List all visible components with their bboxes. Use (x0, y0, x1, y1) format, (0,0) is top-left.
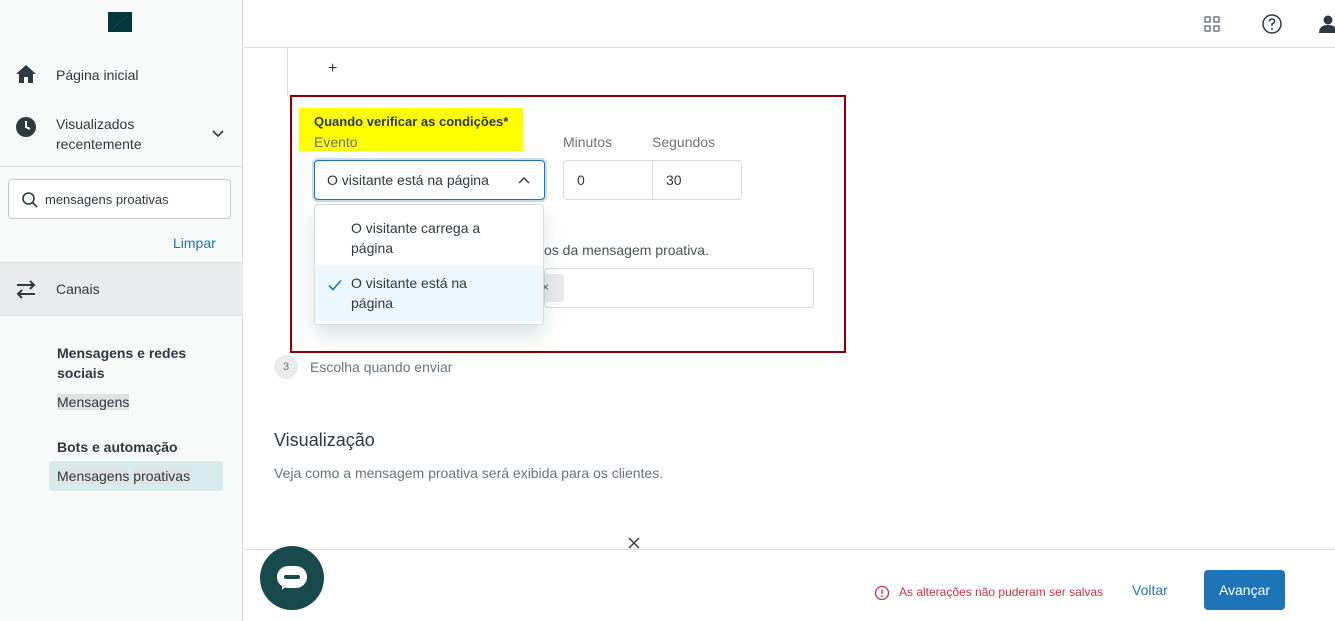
check-icon (328, 279, 342, 291)
nav-recent-label: Visualizados recentemente (56, 116, 142, 152)
dropdown-option-on-page[interactable]: O visitante está na página (315, 265, 543, 321)
sidebar-item-messages-label: Mensagens (57, 394, 130, 410)
partial-description: os da mensagem proativa. (544, 242, 709, 258)
footer-bar (244, 549, 1335, 621)
seconds-input[interactable]: 30 (652, 160, 742, 200)
apps-grid-icon[interactable] (1200, 12, 1224, 36)
dropdown-option-loads-page[interactable]: O visitante carrega a página (315, 211, 543, 265)
option-label: O visitante carrega a página (351, 220, 481, 256)
minutes-value: 0 (577, 172, 585, 188)
minutes-input[interactable]: 0 (563, 160, 653, 200)
search-icon (22, 192, 38, 208)
error-icon (874, 585, 890, 601)
minutes-label: Minutos (563, 134, 613, 150)
clear-link[interactable]: Limpar (173, 235, 216, 251)
sidebar: Página inicial Visualizados recentemente… (0, 0, 243, 621)
label-part-2: proativas (133, 468, 191, 484)
event-select-value: O visitante está na página (327, 172, 489, 188)
search-field[interactable] (8, 179, 231, 219)
back-button[interactable]: Voltar (1132, 582, 1168, 598)
clock-icon (16, 117, 36, 137)
close-icon (628, 537, 640, 549)
search-input[interactable] (45, 180, 225, 218)
chat-launcher-button[interactable] (260, 546, 324, 610)
next-button[interactable]: Avançar (1204, 570, 1285, 610)
top-bar (244, 0, 1335, 48)
tag-input-field[interactable] (544, 268, 814, 308)
sidebar-item-proactive-messages-label[interactable]: Mensagens proativas (57, 466, 191, 486)
step-connector-line (287, 48, 288, 96)
event-select[interactable]: O visitante está na página (314, 160, 545, 200)
nav-home-label: Página inicial (56, 67, 139, 83)
nav-channels[interactable]: Canais (0, 263, 243, 315)
user-avatar-icon[interactable] (1316, 12, 1335, 36)
step-label[interactable]: Escolha quando enviar (310, 359, 452, 375)
save-error-message: As alterações não puderam ser salvas (899, 585, 1104, 599)
event-label: Evento (314, 134, 358, 150)
nav-home[interactable]: Página inicial (0, 62, 243, 88)
seconds-label: Segundos (652, 134, 716, 150)
add-condition-button[interactable]: + (328, 60, 337, 78)
chat-bubble-line (284, 575, 300, 579)
step-number-badge: 3 (274, 355, 298, 379)
option-label: O visitante está na página (351, 275, 467, 311)
group-bots-automation: Bots e automação (57, 439, 178, 455)
conditions-title: Quando verificar as condições* (314, 114, 509, 129)
home-icon (16, 65, 36, 83)
event-dropdown-menu: O visitante carrega a página O visitante… (314, 204, 544, 325)
seconds-value: 30 (666, 172, 682, 188)
preview-description: Veja como a mensagem proativa será exibi… (274, 465, 664, 481)
zendesk-logo-icon[interactable] (106, 10, 134, 34)
transfer-arrows-icon (16, 280, 36, 299)
sidebar-divider (0, 166, 243, 167)
nav-recent[interactable]: Visualizados recentemente (0, 113, 243, 157)
sidebar-divider (0, 315, 243, 316)
group-messaging-social: Mensagens e redes sociais (57, 345, 187, 381)
nav-channels-label: Canais (56, 281, 100, 297)
help-icon[interactable] (1260, 12, 1284, 36)
label-part-1: Mensagens (57, 468, 130, 484)
chat-bubble-tail (282, 584, 288, 590)
chevron-up-icon (518, 177, 530, 184)
chevron-down-icon[interactable] (210, 125, 226, 141)
sidebar-item-messages[interactable]: Mensagens (57, 392, 130, 412)
preview-title: Visualização (274, 430, 375, 450)
